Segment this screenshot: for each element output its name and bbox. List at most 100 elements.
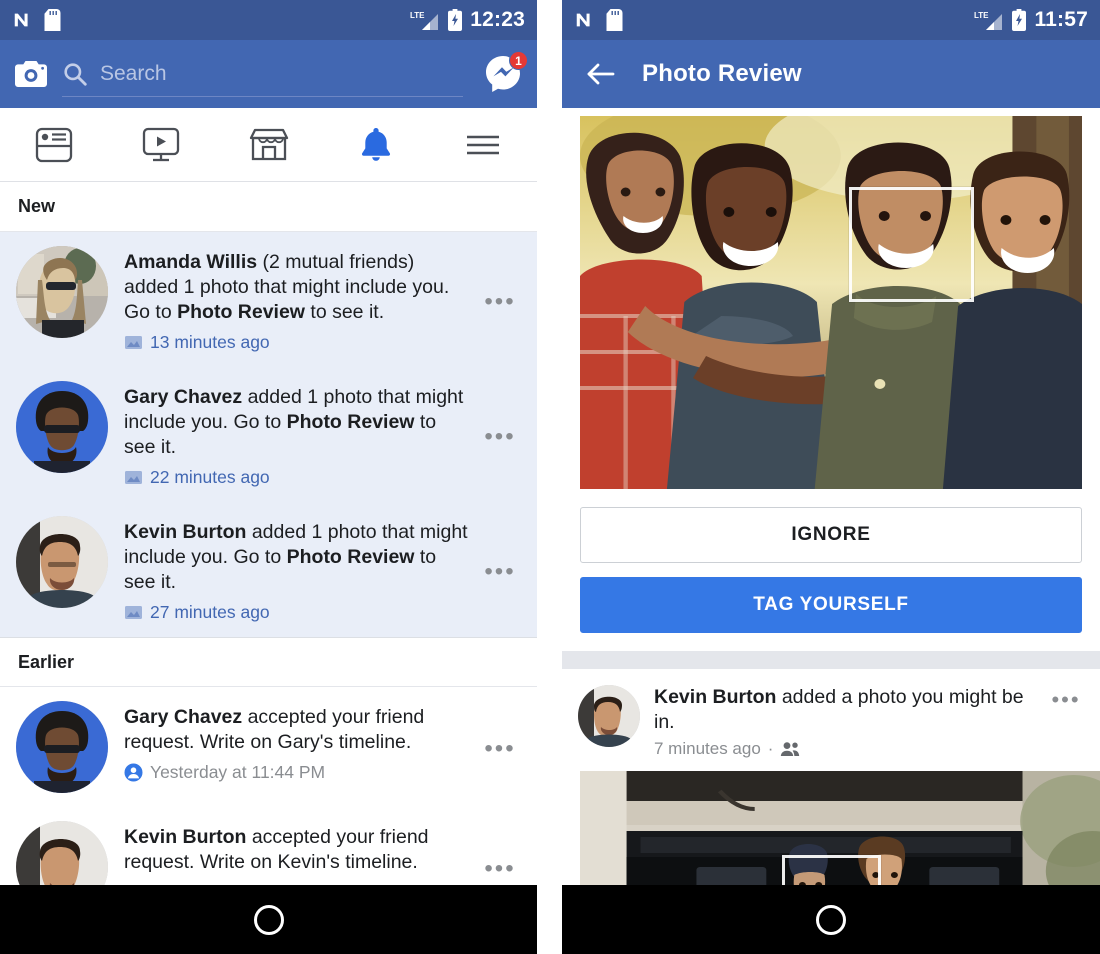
- avatar[interactable]: [16, 516, 108, 608]
- notification-body: Kevin Burton accepted your friend reques…: [108, 821, 477, 875]
- photo-icon: [124, 334, 143, 351]
- tag-yourself-button[interactable]: TAG YOURSELF: [580, 577, 1082, 633]
- sidebar-item-notifications[interactable]: [322, 108, 429, 181]
- left-status-time: 12:23: [470, 8, 525, 31]
- sd-card-icon: [44, 9, 61, 31]
- notification-meta: 27 minutes ago: [124, 602, 471, 623]
- news-feed-icon: [34, 126, 74, 164]
- four-friends-outdoors-photo[interactable]: [580, 116, 1082, 489]
- notification-text: Amanda Willis (2 mutual friends) added 1…: [124, 250, 471, 325]
- sidebar-item-menu[interactable]: [430, 108, 537, 181]
- notification-row[interactable]: Kevin Burton added 1 photo that might in…: [0, 502, 537, 637]
- card-separator: [562, 651, 1100, 669]
- left-status-bar: LTE 12:23: [0, 0, 537, 40]
- notification-row[interactable]: Gary Chavez accepted your friend request…: [0, 687, 537, 807]
- search-input[interactable]: Search: [100, 62, 167, 86]
- android-n-icon: [12, 9, 34, 31]
- photo-review-link[interactable]: Photo Review: [287, 411, 415, 433]
- notification-timestamp: 27 minutes ago: [150, 602, 270, 622]
- actor-name[interactable]: Amanda Willis: [124, 251, 257, 273]
- section-header-new: New: [0, 182, 537, 232]
- lte-signal-icon: LTE: [410, 9, 440, 31]
- hamburger-menu-icon: [463, 131, 503, 159]
- ignore-button[interactable]: IGNORE: [580, 507, 1082, 563]
- notification-meta: 22 minutes ago: [124, 467, 471, 488]
- notification-timestamp: 13 minutes ago: [150, 332, 270, 352]
- section-title-earlier: Earlier: [18, 651, 75, 672]
- photo-review-card: IGNORE TAG YOURSELF: [562, 108, 1100, 651]
- notification-text: Kevin Burton accepted your friend reques…: [124, 825, 471, 875]
- right-status-time: 11:57: [1034, 8, 1088, 31]
- photo-icon: [124, 604, 143, 621]
- notification-text: Kevin Burton added 1 photo that might in…: [124, 520, 471, 595]
- battery-charging-icon: [448, 9, 463, 31]
- section-header-earlier: Earlier: [0, 637, 537, 687]
- friends-icon: [124, 763, 143, 782]
- page-title: Photo Review: [642, 60, 802, 87]
- home-circle-button[interactable]: [816, 904, 846, 935]
- post-text: Kevin Burton added a photo you might be …: [654, 685, 1048, 735]
- notification-meta: Yesterday at 11:44 PM: [124, 762, 471, 783]
- actor-name[interactable]: Gary Chavez: [124, 706, 242, 728]
- back-arrow-icon[interactable]: [586, 62, 616, 86]
- post-body: Kevin Burton added a photo you might be …: [640, 685, 1048, 759]
- search-field[interactable]: Search: [62, 51, 463, 97]
- mutual-friends: (2 mutual friends): [257, 251, 415, 273]
- photo-review-header: Photo Review: [562, 40, 1100, 108]
- actor-name[interactable]: Gary Chavez: [124, 386, 242, 408]
- notification-body: Amanda Willis (2 mutual friends) added 1…: [108, 246, 477, 353]
- avatar[interactable]: [16, 381, 108, 473]
- meta-separator: ·: [767, 739, 774, 758]
- post-header: Kevin Burton added a photo you might be …: [562, 669, 1100, 771]
- notification-options-button[interactable]: •••: [477, 284, 523, 316]
- facebook-search-header: Search 1: [0, 40, 537, 108]
- notification-timestamp: 22 minutes ago: [150, 467, 270, 487]
- notification-group-new: Amanda Willis (2 mutual friends) added 1…: [0, 232, 537, 637]
- friends-audience-icon[interactable]: [780, 741, 800, 757]
- photo-review-link[interactable]: Photo Review: [287, 546, 415, 568]
- actor-name[interactable]: Kevin Burton: [124, 826, 246, 848]
- avatar[interactable]: [578, 685, 640, 747]
- messenger-icon[interactable]: 1: [483, 51, 528, 94]
- avatar[interactable]: [16, 701, 108, 793]
- actor-name[interactable]: Kevin Burton: [124, 521, 246, 543]
- avatar[interactable]: [16, 246, 108, 338]
- notification-options-button[interactable]: •••: [477, 554, 523, 586]
- notification-body: Kevin Burton added 1 photo that might in…: [108, 516, 477, 623]
- post-timestamp: 7 minutes ago: [654, 739, 761, 758]
- screenshot-stage: LTE 12:23 Search 1 New Amanda Willis (2 …: [0, 0, 1100, 954]
- messenger-badge: 1: [509, 51, 528, 70]
- next-post-card: Kevin Burton added a photo you might be …: [562, 669, 1100, 911]
- search-icon: [62, 61, 88, 87]
- video-play-icon: [140, 126, 182, 164]
- android-nav-bar-right: [562, 885, 1100, 954]
- notification-row[interactable]: Amanda Willis (2 mutual friends) added 1…: [0, 232, 537, 367]
- store-icon: [248, 126, 290, 164]
- photo-review-link[interactable]: Photo Review: [177, 301, 305, 323]
- notification-options-button[interactable]: •••: [477, 851, 523, 883]
- notification-options-button[interactable]: •••: [477, 419, 523, 451]
- camera-icon[interactable]: [14, 59, 48, 89]
- notification-body: Gary Chavez accepted your friend request…: [108, 701, 477, 783]
- bell-icon: [356, 125, 396, 165]
- photo-review-scroll[interactable]: IGNORE TAG YOURSELF Kevin Burton added a…: [562, 108, 1100, 925]
- sd-card-icon: [606, 9, 623, 31]
- notification-timestamp: Yesterday at 11:44 PM: [150, 762, 326, 782]
- notification-meta: 13 minutes ago: [124, 332, 471, 353]
- sidebar-item-watch[interactable]: [107, 108, 214, 181]
- notification-row[interactable]: Gary Chavez added 1 photo that might inc…: [0, 367, 537, 502]
- right-status-bar: LTE 11:57: [562, 0, 1100, 40]
- home-circle-button[interactable]: [253, 904, 284, 935]
- android-n-icon: [574, 9, 596, 31]
- main-tab-bar: [0, 108, 537, 182]
- svg-text:LTE: LTE: [410, 11, 425, 20]
- notification-options-button[interactable]: •••: [477, 731, 523, 763]
- left-phone-screen: LTE 12:23 Search 1 New Amanda Willis (2 …: [0, 0, 537, 954]
- notification-text: Gary Chavez added 1 photo that might inc…: [124, 385, 471, 460]
- sidebar-item-marketplace[interactable]: [215, 108, 322, 181]
- android-nav-bar-left: [0, 885, 537, 954]
- face-tag-box[interactable]: [848, 186, 975, 303]
- actor-name[interactable]: Kevin Burton: [654, 686, 776, 708]
- post-options-button[interactable]: •••: [1048, 685, 1084, 713]
- sidebar-item-news-feed[interactable]: [0, 108, 107, 181]
